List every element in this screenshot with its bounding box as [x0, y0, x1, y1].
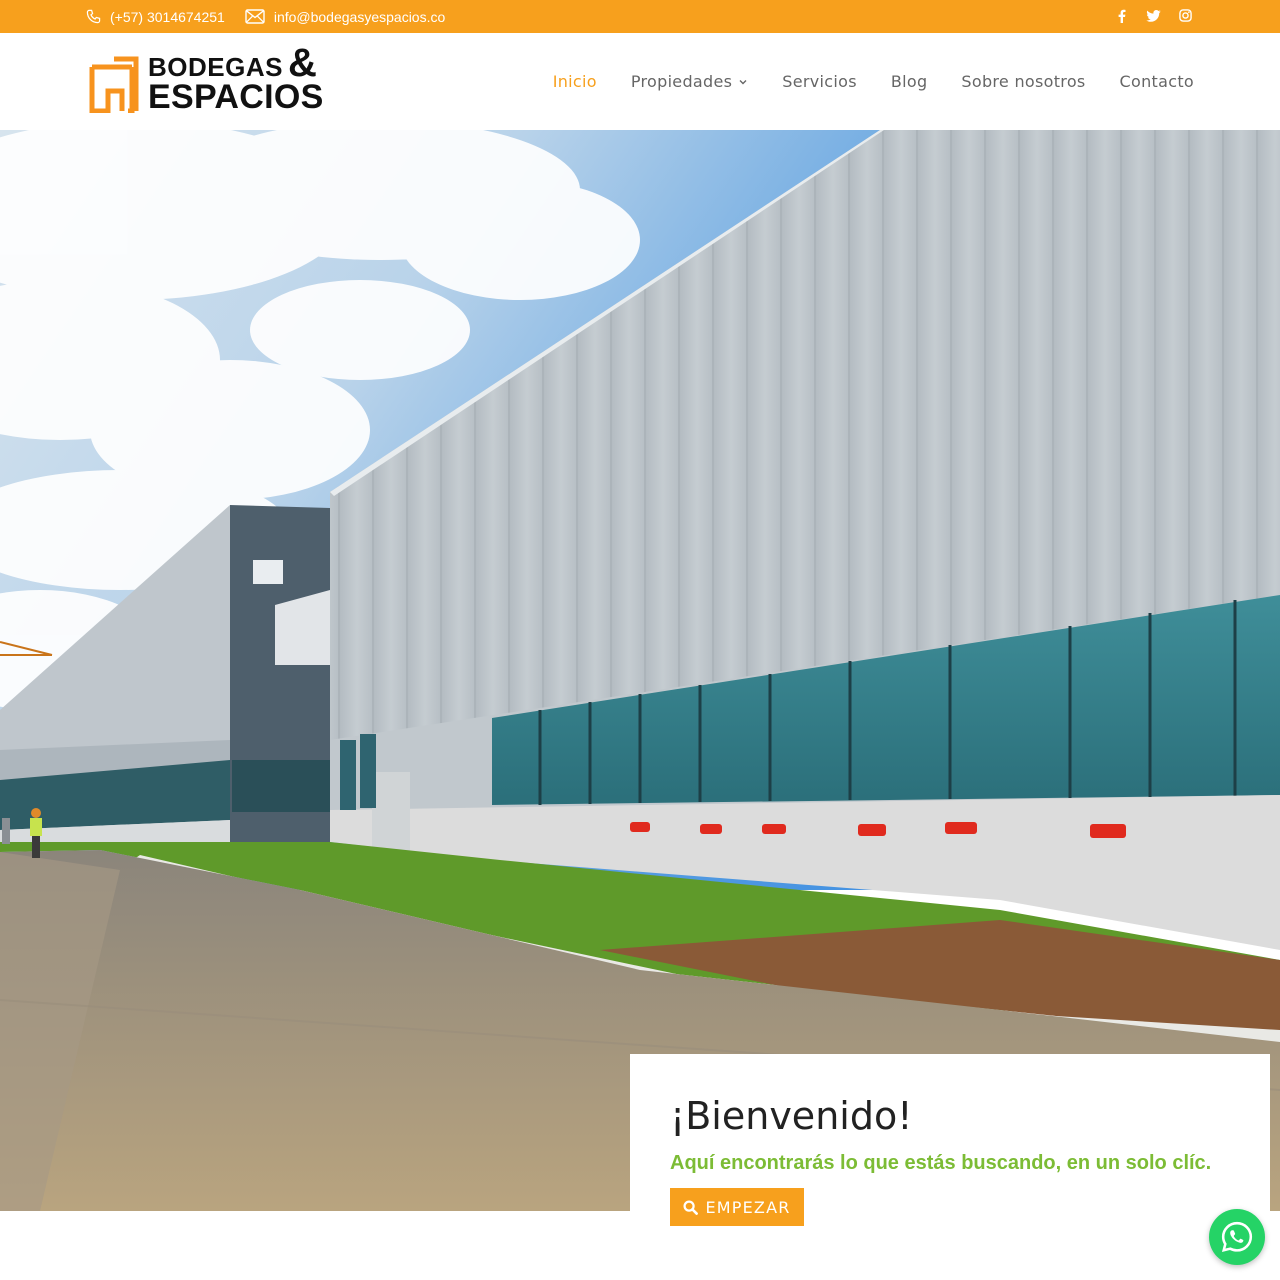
nav-item-label: Propiedades	[630, 72, 733, 91]
start-button-label: EMPEZAR	[705, 1197, 791, 1217]
phone-icon	[86, 9, 101, 24]
social-links	[1098, 0, 1194, 31]
nav-item-inicio[interactable]: Inicio	[553, 72, 597, 91]
logo-line1: BODEGAS	[148, 52, 283, 82]
logo-ampersand: &	[288, 41, 317, 85]
top-bar: (+57) 3014674251 info@bodegasyespacios.c…	[0, 0, 1280, 33]
contact-info: (+57) 3014674251 info@bodegasyespacios.c…	[86, 0, 465, 33]
nav-item-servicios[interactable]: Servicios	[782, 72, 857, 91]
instagram-icon[interactable]	[1176, 7, 1194, 25]
logo-line2: ESPACIOS	[148, 78, 324, 116]
nav-item-contacto[interactable]: Contacto	[1120, 72, 1194, 91]
main-nav: Inicio Propiedades Servicios Blog Sobre …	[519, 33, 1194, 130]
chevron-down-icon	[739, 79, 747, 84]
start-button[interactable]: EMPEZAR	[670, 1188, 804, 1226]
logo-mark-icon	[89, 56, 139, 113]
nav-item-sobre-nosotros[interactable]: Sobre nosotros	[961, 72, 1085, 91]
phone-number[interactable]: (+57) 3014674251	[110, 9, 225, 25]
welcome-subtitle: Aquí encontrarás lo que estás buscando, …	[670, 1152, 1212, 1174]
hero-banner	[0, 130, 1280, 1211]
warehouse-photo	[0, 130, 1280, 1211]
email-address[interactable]: info@bodegasyespacios.co	[274, 9, 445, 25]
email-link[interactable]: info@bodegasyespacios.co	[245, 9, 445, 25]
facebook-icon[interactable]	[1112, 7, 1130, 25]
nav-item-propiedades[interactable]: Propiedades	[631, 72, 748, 91]
phone-link[interactable]: (+57) 3014674251	[86, 9, 225, 25]
envelope-icon	[245, 9, 265, 24]
search-icon	[683, 1199, 699, 1215]
nav-item-blog[interactable]: Blog	[891, 72, 928, 91]
site-logo[interactable]: BODEGAS & ESPACIOS	[88, 41, 328, 116]
welcome-title: ¡Bienvenido!	[670, 1094, 913, 1138]
whatsapp-icon	[1221, 1221, 1253, 1253]
twitter-icon[interactable]	[1144, 7, 1162, 25]
whatsapp-button[interactable]	[1209, 1209, 1265, 1265]
site-header: BODEGAS & ESPACIOS Inicio Propiedades Se…	[0, 33, 1280, 130]
welcome-card: ¡Bienvenido! Aquí encontrarás lo que est…	[630, 1054, 1270, 1280]
